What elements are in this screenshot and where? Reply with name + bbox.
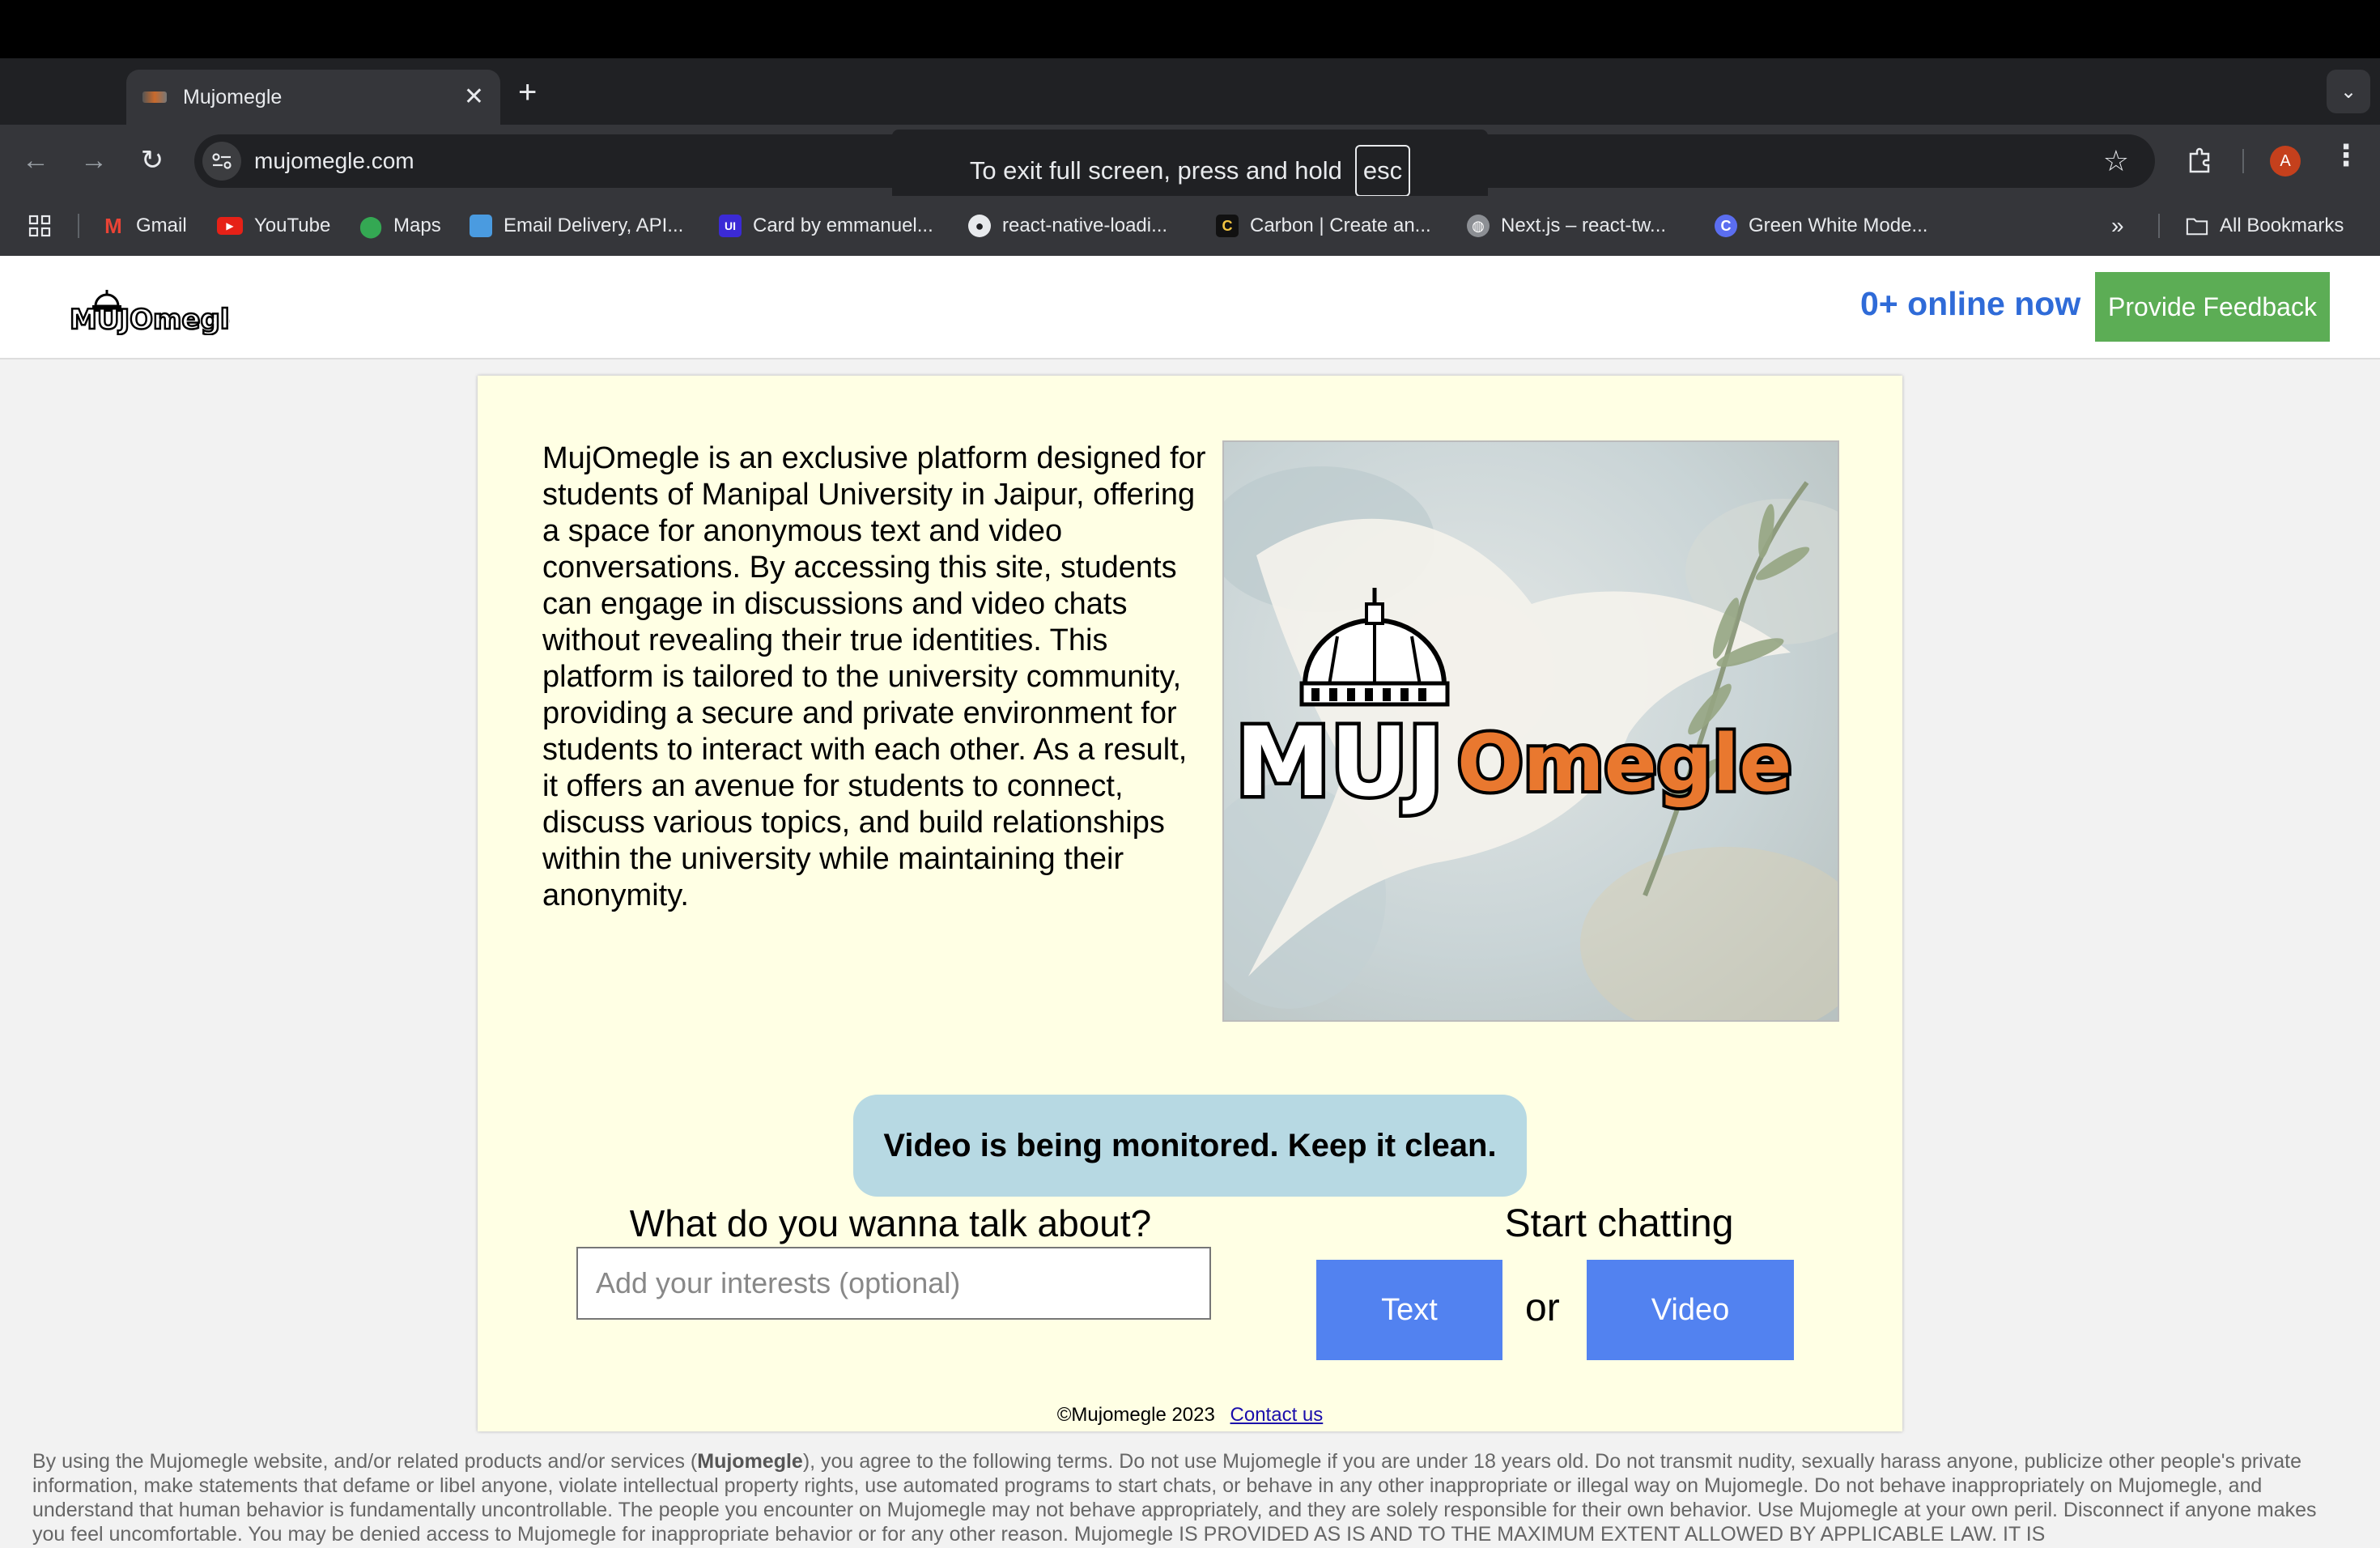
globe-icon: ◍ bbox=[1467, 215, 1490, 237]
new-tab-icon[interactable]: + bbox=[518, 76, 537, 108]
carbon-icon: C bbox=[1216, 215, 1239, 237]
terms-brand: Mujomegle bbox=[697, 1450, 803, 1473]
video-chat-button[interactable]: Video bbox=[1587, 1260, 1794, 1360]
terms-prefix: By using the Mujomegle website, and/or r… bbox=[32, 1450, 698, 1473]
maps-icon: ⬤ bbox=[359, 213, 383, 238]
url-text: mujomegle.com bbox=[254, 148, 414, 173]
card-footer: ©Mujomegle 2023 Contact us bbox=[478, 1404, 1902, 1427]
bookmarks-bar: M Gmail ▶ YouTube ⬤ Maps Email Delivery,… bbox=[0, 196, 2380, 256]
provide-feedback-button[interactable]: Provide Feedback bbox=[2095, 272, 2330, 342]
esc-key-label: esc bbox=[1354, 145, 1411, 197]
fullscreen-toast-text: To exit full screen, press and hold bbox=[969, 156, 1342, 185]
browser-tab[interactable]: Mujomegle ✕ bbox=[126, 70, 500, 125]
bookmark-uiverse[interactable]: UI Card by emmanuel... bbox=[719, 212, 933, 240]
bookmark-label: Carbon | Create an... bbox=[1250, 215, 1431, 236]
sendgrid-icon bbox=[470, 215, 492, 237]
mujomegle-logo[interactable]: MUJOmegle bbox=[68, 279, 249, 337]
site-header: MUJOmegle 0+ online now Provide Feedback bbox=[0, 256, 2380, 359]
bookmarks-divider bbox=[2158, 214, 2160, 238]
extensions-puzzle-icon[interactable] bbox=[2184, 144, 2216, 176]
mujomegle-favicon-icon bbox=[142, 91, 167, 103]
browser-menu-icon[interactable]: ⋮ bbox=[2331, 141, 2361, 170]
main-card: MujOmegle is an exclusive platform desig… bbox=[478, 376, 1902, 1431]
bookmark-label: YouTube bbox=[254, 215, 331, 236]
tab-search-chevron-icon[interactable]: ⌄ bbox=[2327, 70, 2370, 113]
bookmark-gmail[interactable]: M Gmail bbox=[102, 212, 187, 240]
bookmark-label: Green White Mode... bbox=[1749, 215, 1928, 236]
canva-icon: C bbox=[1715, 215, 1737, 237]
gmail-icon: M bbox=[104, 213, 122, 238]
online-count: 0+ online now bbox=[1860, 285, 2081, 322]
contact-us-link[interactable]: Contact us bbox=[1230, 1404, 1324, 1426]
folder-icon bbox=[2186, 215, 2208, 237]
bookmark-label: react-native-loadi... bbox=[1002, 215, 1168, 236]
reload-icon[interactable]: ↻ bbox=[133, 141, 172, 180]
bookmark-carbon[interactable]: C Carbon | Create an... bbox=[1216, 212, 1431, 240]
bookmark-sendgrid[interactable]: Email Delivery, API... bbox=[470, 212, 683, 240]
or-separator: or bbox=[1525, 1286, 1560, 1329]
github-icon: ● bbox=[968, 215, 991, 237]
tab-title: Mujomegle bbox=[183, 85, 283, 108]
all-bookmarks[interactable]: All Bookmarks bbox=[2186, 212, 2344, 240]
bookmark-label: Card by emmanuel... bbox=[753, 215, 933, 236]
more-bookmarks-chevron-icon[interactable]: » bbox=[2111, 212, 2124, 240]
site-settings-icon[interactable] bbox=[202, 142, 241, 181]
apps-grid-icon[interactable] bbox=[28, 212, 52, 240]
text-chat-button[interactable]: Text bbox=[1316, 1260, 1502, 1360]
toolbar-divider bbox=[2242, 149, 2244, 173]
start-chatting-label: Start chatting bbox=[1504, 1202, 1734, 1245]
bookmark-youtube[interactable]: ▶ YouTube bbox=[217, 212, 330, 240]
about-description: MujOmegle is an exclusive platform desig… bbox=[542, 441, 1206, 912]
terms-of-service-text: By using the Mujomegle website, and/or r… bbox=[32, 1449, 2348, 1546]
hero-logo-image: MUJ Omegle bbox=[1222, 440, 1839, 1022]
interests-input[interactable] bbox=[576, 1247, 1211, 1320]
back-arrow-icon[interactable]: ← bbox=[16, 141, 55, 180]
uiverse-icon: UI bbox=[719, 215, 742, 237]
bookmark-maps[interactable]: ⬤ Maps bbox=[359, 212, 441, 240]
copyright-text: ©Mujomegle 2023 bbox=[1056, 1404, 1215, 1426]
bookmark-label: Maps bbox=[393, 215, 441, 236]
interests-label: What do you wanna talk about? bbox=[629, 1202, 1152, 1244]
bookmark-label: Next.js – react-tw... bbox=[1501, 215, 1667, 236]
tab-strip: Mujomegle ✕ + ⌄ bbox=[0, 58, 2380, 125]
bookmark-label: Email Delivery, API... bbox=[504, 215, 684, 236]
all-bookmarks-label: All Bookmarks bbox=[2220, 215, 2344, 236]
bookmark-nextjs[interactable]: ◍ Next.js – react-tw... bbox=[1467, 212, 1666, 240]
hero-logo-text-omegle: Omegle bbox=[1457, 718, 1791, 809]
bookmark-github[interactable]: ● react-native-loadi... bbox=[968, 212, 1167, 240]
hero-logo-text-muj: MUJ bbox=[1235, 706, 1443, 818]
forward-arrow-icon[interactable]: → bbox=[74, 141, 113, 180]
logo-text: MUJOmegle bbox=[70, 304, 230, 335]
close-tab-icon[interactable]: ✕ bbox=[464, 85, 484, 109]
bookmark-star-icon[interactable]: ☆ bbox=[2103, 144, 2129, 178]
monitoring-notice: Video is being monitored. Keep it clean. bbox=[853, 1095, 1527, 1197]
bookmark-canva[interactable]: C Green White Mode... bbox=[1715, 212, 1927, 240]
web-page: MUJOmegle 0+ online now Provide Feedback… bbox=[0, 256, 2380, 1548]
screen-top-bar bbox=[0, 0, 2380, 58]
bookmarks-divider bbox=[78, 214, 79, 238]
youtube-icon: ▶ bbox=[217, 217, 243, 235]
profile-avatar[interactable]: A bbox=[2270, 146, 2301, 176]
bookmark-label: Gmail bbox=[136, 215, 187, 236]
